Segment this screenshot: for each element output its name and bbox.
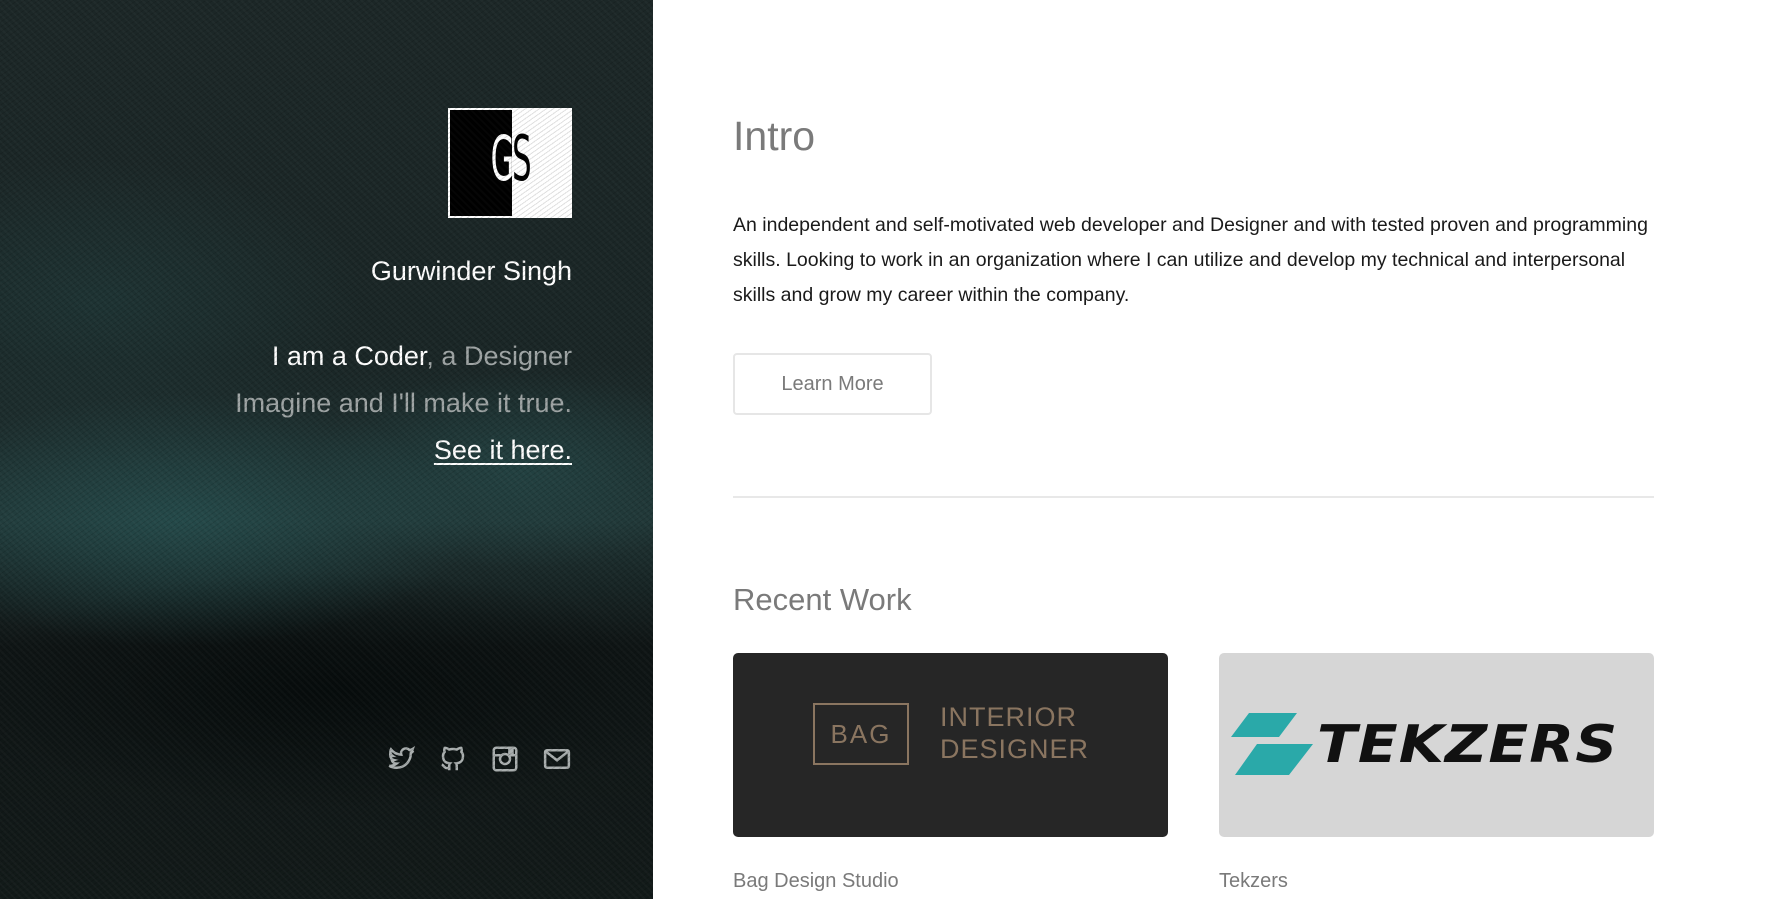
bag-logo-box: BAG (813, 703, 909, 765)
social-links (386, 744, 572, 774)
tagline-coder: I am a Coder (271, 341, 427, 371)
github-icon[interactable] (438, 744, 468, 774)
bag-logo-line1: INTERIOR (940, 702, 1078, 732)
tagline: I am a Coder, a Designer Imagine and I'l… (152, 333, 572, 474)
work-title[interactable]: Tekzers (1219, 870, 1288, 893)
bag-design-thumbnail[interactable]: BAG INTERIOR DESIGNER (733, 653, 1168, 837)
see-it-here-link[interactable]: See it here. (434, 435, 572, 465)
work-card-tekzers[interactable]: TEKZERS Tekzers (1219, 653, 1654, 892)
tekzers-logo-text: TEKZERS (1317, 715, 1619, 775)
tagline-imagine: Imagine and I'll make it true. (235, 388, 572, 418)
work-card-bag-design-studio[interactable]: BAG INTERIOR DESIGNER Bag Design Studio (733, 653, 1168, 892)
bag-logo-text: INTERIOR DESIGNER (940, 701, 1089, 765)
intro-paragraph: An independent and self-motivated web de… (733, 214, 1648, 306)
work-title[interactable]: Bag Design Studio (733, 870, 899, 893)
site-logo[interactable]: GS (448, 108, 572, 218)
mail-icon[interactable] (542, 744, 572, 774)
twitter-icon[interactable] (386, 744, 416, 774)
recent-work-heading: Recent Work (733, 582, 912, 617)
logo-monogram: GS (490, 122, 532, 195)
tekzers-thumbnail[interactable]: TEKZERS (1219, 653, 1654, 837)
section-divider (733, 496, 1654, 498)
tagline-designer: , a Designer (426, 341, 572, 371)
learn-more-button[interactable]: Learn More (733, 353, 932, 415)
sidebar: GS Gurwinder Singh I am a Coder, a Desig… (0, 0, 653, 899)
intro-heading: Intro (733, 113, 816, 159)
instagram-icon[interactable] (490, 744, 520, 774)
bag-logo-line2: DESIGNER (940, 734, 1090, 764)
author-name: Gurwinder Singh (370, 256, 572, 286)
